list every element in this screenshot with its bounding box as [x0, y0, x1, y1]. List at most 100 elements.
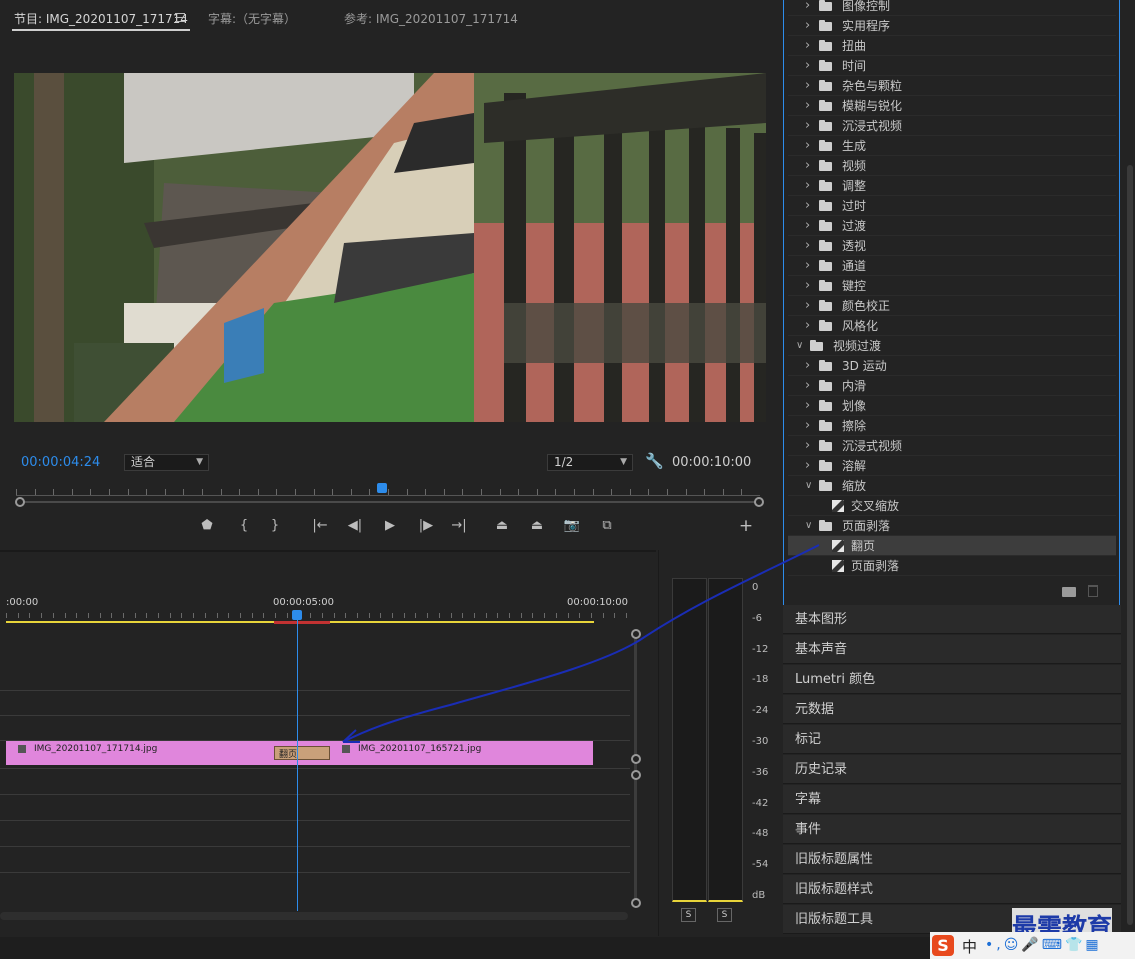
monitor-playhead[interactable]: [377, 483, 387, 493]
zoom-level-select[interactable]: 适合 ▼: [124, 454, 209, 471]
transition-page-turn[interactable]: 翻页: [274, 746, 330, 760]
mark-out-icon[interactable]: }: [266, 518, 284, 533]
chevron-right-icon[interactable]: ›: [805, 16, 810, 36]
new-bin-icon[interactable]: [1062, 587, 1076, 597]
scroll-handle-bottom[interactable]: [631, 898, 641, 908]
chevron-right-icon[interactable]: ›: [805, 76, 810, 96]
chevron-right-icon[interactable]: ›: [805, 56, 810, 76]
effect-folder[interactable]: › 沉浸式视频: [788, 436, 1116, 456]
scroll-handle-mid2[interactable]: [631, 770, 641, 780]
chevron-right-icon[interactable]: ›: [805, 256, 810, 276]
side-panel-tab[interactable]: Lumetri 颜色: [783, 665, 1121, 694]
chevron-right-icon[interactable]: ›: [805, 0, 810, 16]
effect-folder[interactable]: › 溶解: [788, 456, 1116, 476]
side-panel-tab[interactable]: 历史记录: [783, 755, 1121, 784]
chevron-right-icon[interactable]: ›: [805, 396, 810, 416]
add-button-icon[interactable]: +: [737, 516, 755, 536]
effect-folder[interactable]: ∨ 缩放: [788, 476, 1116, 496]
clip-a[interactable]: IMG_20201107_171714.jpg: [6, 741, 276, 765]
chevron-right-icon[interactable]: ›: [805, 436, 810, 456]
effect-folder[interactable]: › 内滑: [788, 376, 1116, 396]
playhead-timecode[interactable]: 00:00:04:24: [21, 455, 100, 470]
effect-folder[interactable]: › 扭曲: [788, 36, 1116, 56]
sogou-icon[interactable]: S: [932, 935, 954, 956]
effect-item[interactable]: 页面剥落: [788, 556, 1116, 576]
effect-folder[interactable]: ∨ 页面剥落: [788, 516, 1116, 536]
timeline-v-scrollbar[interactable]: [634, 630, 637, 905]
chevron-right-icon[interactable]: ›: [805, 316, 810, 336]
effect-folder[interactable]: › 通道: [788, 256, 1116, 276]
trash-icon[interactable]: [1088, 585, 1098, 597]
chevron-right-icon[interactable]: ›: [805, 236, 810, 256]
effect-folder[interactable]: ∨ 视频过渡: [788, 336, 1116, 356]
effect-folder[interactable]: › 生成: [788, 136, 1116, 156]
effect-folder[interactable]: › 沉浸式视频: [788, 116, 1116, 136]
ime-mode-label[interactable]: 中: [962, 936, 977, 957]
effect-item[interactable]: 翻页: [788, 536, 1116, 556]
timeline-playhead-line[interactable]: [297, 618, 298, 911]
chevron-right-icon[interactable]: ›: [805, 416, 810, 436]
effect-folder[interactable]: › 风格化: [788, 316, 1116, 336]
effect-folder[interactable]: › 杂色与颗粒: [788, 76, 1116, 96]
step-forward-icon[interactable]: |▶: [417, 518, 435, 533]
timeline-h-scrollbar[interactable]: [0, 912, 628, 920]
side-panel-tab[interactable]: 旧版标题样式: [783, 875, 1121, 904]
side-panel-tab[interactable]: 标记: [783, 725, 1121, 754]
chevron-down-icon[interactable]: ∨: [805, 516, 812, 536]
chevron-right-icon[interactable]: ›: [805, 136, 810, 156]
chevron-right-icon[interactable]: ›: [805, 356, 810, 376]
tab-reference[interactable]: 参考: IMG_20201107_171714: [344, 10, 518, 27]
side-panel-tab[interactable]: 事件: [783, 815, 1121, 844]
effect-folder[interactable]: › 模糊与锐化: [788, 96, 1116, 116]
play-icon[interactable]: ▶: [381, 518, 399, 533]
chevron-right-icon[interactable]: ›: [805, 196, 810, 216]
monitor-zoom-bar[interactable]: [16, 501, 760, 503]
chevron-right-icon[interactable]: ›: [805, 376, 810, 396]
chevron-right-icon[interactable]: ›: [805, 36, 810, 56]
solo-button-left[interactable]: S: [681, 908, 696, 922]
marker-icon[interactable]: ⬟: [198, 518, 216, 533]
side-panel-tab[interactable]: 旧版标题属性: [783, 845, 1121, 874]
solo-button-right[interactable]: S: [717, 908, 732, 922]
lift-icon[interactable]: ⏏: [493, 518, 511, 533]
wrench-icon[interactable]: 🔧: [645, 452, 664, 470]
chevron-down-icon[interactable]: ∨: [796, 336, 803, 356]
go-to-out-icon[interactable]: →|: [450, 518, 468, 533]
side-panel-tab[interactable]: 元数据: [783, 695, 1121, 724]
effect-folder[interactable]: › 键控: [788, 276, 1116, 296]
clip-b[interactable]: IMG_20201107_165721.jpg: [330, 741, 593, 765]
zoom-handle-right[interactable]: [754, 497, 764, 507]
zoom-handle-left[interactable]: [15, 497, 25, 507]
extract-icon[interactable]: ⏏: [528, 518, 546, 533]
chevron-right-icon[interactable]: ›: [805, 156, 810, 176]
effect-folder[interactable]: › 时间: [788, 56, 1116, 76]
mark-in-icon[interactable]: {: [235, 518, 253, 533]
effect-folder[interactable]: › 3D 运动: [788, 356, 1116, 376]
resolution-select[interactable]: 1/2 ▼: [547, 454, 633, 471]
scroll-handle-mid1[interactable]: [631, 754, 641, 764]
effect-folder[interactable]: › 透视: [788, 236, 1116, 256]
side-panel-tab[interactable]: 字幕: [783, 785, 1121, 814]
chevron-down-icon[interactable]: ∨: [805, 476, 812, 496]
effect-folder[interactable]: › 视频: [788, 156, 1116, 176]
step-back-icon[interactable]: ◀|: [346, 518, 364, 533]
side-panel-tab[interactable]: 基本图形: [783, 605, 1121, 634]
effect-folder[interactable]: › 图像控制: [788, 0, 1116, 16]
scroll-handle-top[interactable]: [631, 629, 641, 639]
chevron-right-icon[interactable]: ›: [805, 176, 810, 196]
effects-scrollbar[interactable]: [1127, 165, 1133, 925]
effect-folder[interactable]: › 过渡: [788, 216, 1116, 236]
chevron-right-icon[interactable]: ›: [805, 276, 810, 296]
effect-folder[interactable]: › 划像: [788, 396, 1116, 416]
effect-folder[interactable]: › 过时: [788, 196, 1116, 216]
chevron-right-icon[interactable]: ›: [805, 296, 810, 316]
go-to-in-icon[interactable]: |←: [311, 518, 329, 533]
tab-captions[interactable]: 字幕:（无字幕）: [208, 10, 296, 27]
side-panel-tab[interactable]: 基本声音: [783, 635, 1121, 664]
chevron-right-icon[interactable]: ›: [805, 456, 810, 476]
export-frame-icon[interactable]: 📷: [563, 518, 581, 533]
chevron-right-icon[interactable]: ›: [805, 216, 810, 236]
hamburger-icon[interactable]: [175, 13, 185, 22]
effect-folder[interactable]: › 实用程序: [788, 16, 1116, 36]
effect-item[interactable]: 交叉缩放: [788, 496, 1116, 516]
